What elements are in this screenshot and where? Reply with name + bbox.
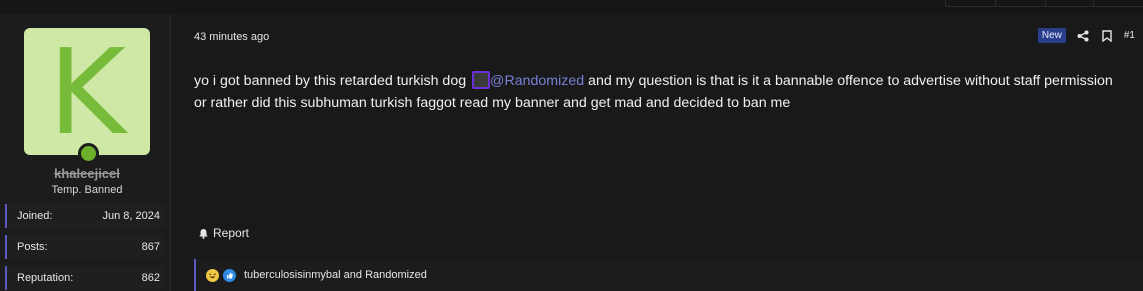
- stat-label: Posts:: [17, 241, 48, 253]
- like-icon: [223, 268, 236, 282]
- post-meta: New #1: [1037, 28, 1135, 43]
- stat-value: Jun 8, 2024: [102, 210, 161, 222]
- user-panel: K khaleejicel Temp. Banned Joined: Jun 8…: [0, 14, 171, 291]
- user-title: Temp. Banned: [51, 184, 123, 196]
- top-bar-segment: [945, 0, 996, 7]
- top-bar-segment: [1093, 0, 1143, 7]
- message-text: yo i got banned by this retarded turkish…: [194, 73, 471, 89]
- report-button[interactable]: Report: [196, 226, 249, 240]
- post-number[interactable]: #1: [1124, 30, 1135, 41]
- reactions-bar[interactable]: tuberculosisinmybal and Randomized: [194, 259, 1143, 291]
- laugh-emoji-icon: [206, 268, 219, 282]
- stat-value: 862: [141, 272, 160, 284]
- mention-link[interactable]: @Randomized: [490, 73, 584, 89]
- post-timestamp[interactable]: 43 minutes ago: [194, 31, 269, 43]
- username[interactable]: khaleejicel: [0, 166, 174, 181]
- share-icon[interactable]: [1076, 29, 1090, 43]
- stat-value: 867: [141, 241, 160, 253]
- online-status-indicator: [78, 143, 99, 164]
- post-body: 43 minutes ago New #1 yo i got banned by…: [171, 14, 1143, 291]
- stat-label: Joined:: [17, 210, 53, 222]
- stat-posts: Posts: 867: [5, 235, 165, 259]
- top-bar: [0, 0, 1143, 14]
- avatar-letter: K: [48, 22, 126, 161]
- new-badge: New: [1037, 28, 1066, 43]
- stat-label: Reputation:: [17, 272, 74, 284]
- post-message: yo i got banned by this retarded turkish…: [194, 70, 1114, 114]
- reactions-users[interactable]: tuberculosisinmybal and Randomized: [244, 269, 427, 281]
- stat-joined: Joined: Jun 8, 2024: [5, 204, 165, 228]
- bell-icon: [196, 226, 210, 240]
- mention-avatar[interactable]: [472, 71, 491, 89]
- report-label: Report: [213, 226, 250, 240]
- avatar[interactable]: K: [24, 28, 150, 155]
- bookmark-icon[interactable]: [1100, 29, 1114, 43]
- top-bar-segment: [995, 0, 1046, 7]
- stat-reputation: Reputation: 862: [5, 266, 165, 290]
- top-bar-segment: [1045, 0, 1094, 7]
